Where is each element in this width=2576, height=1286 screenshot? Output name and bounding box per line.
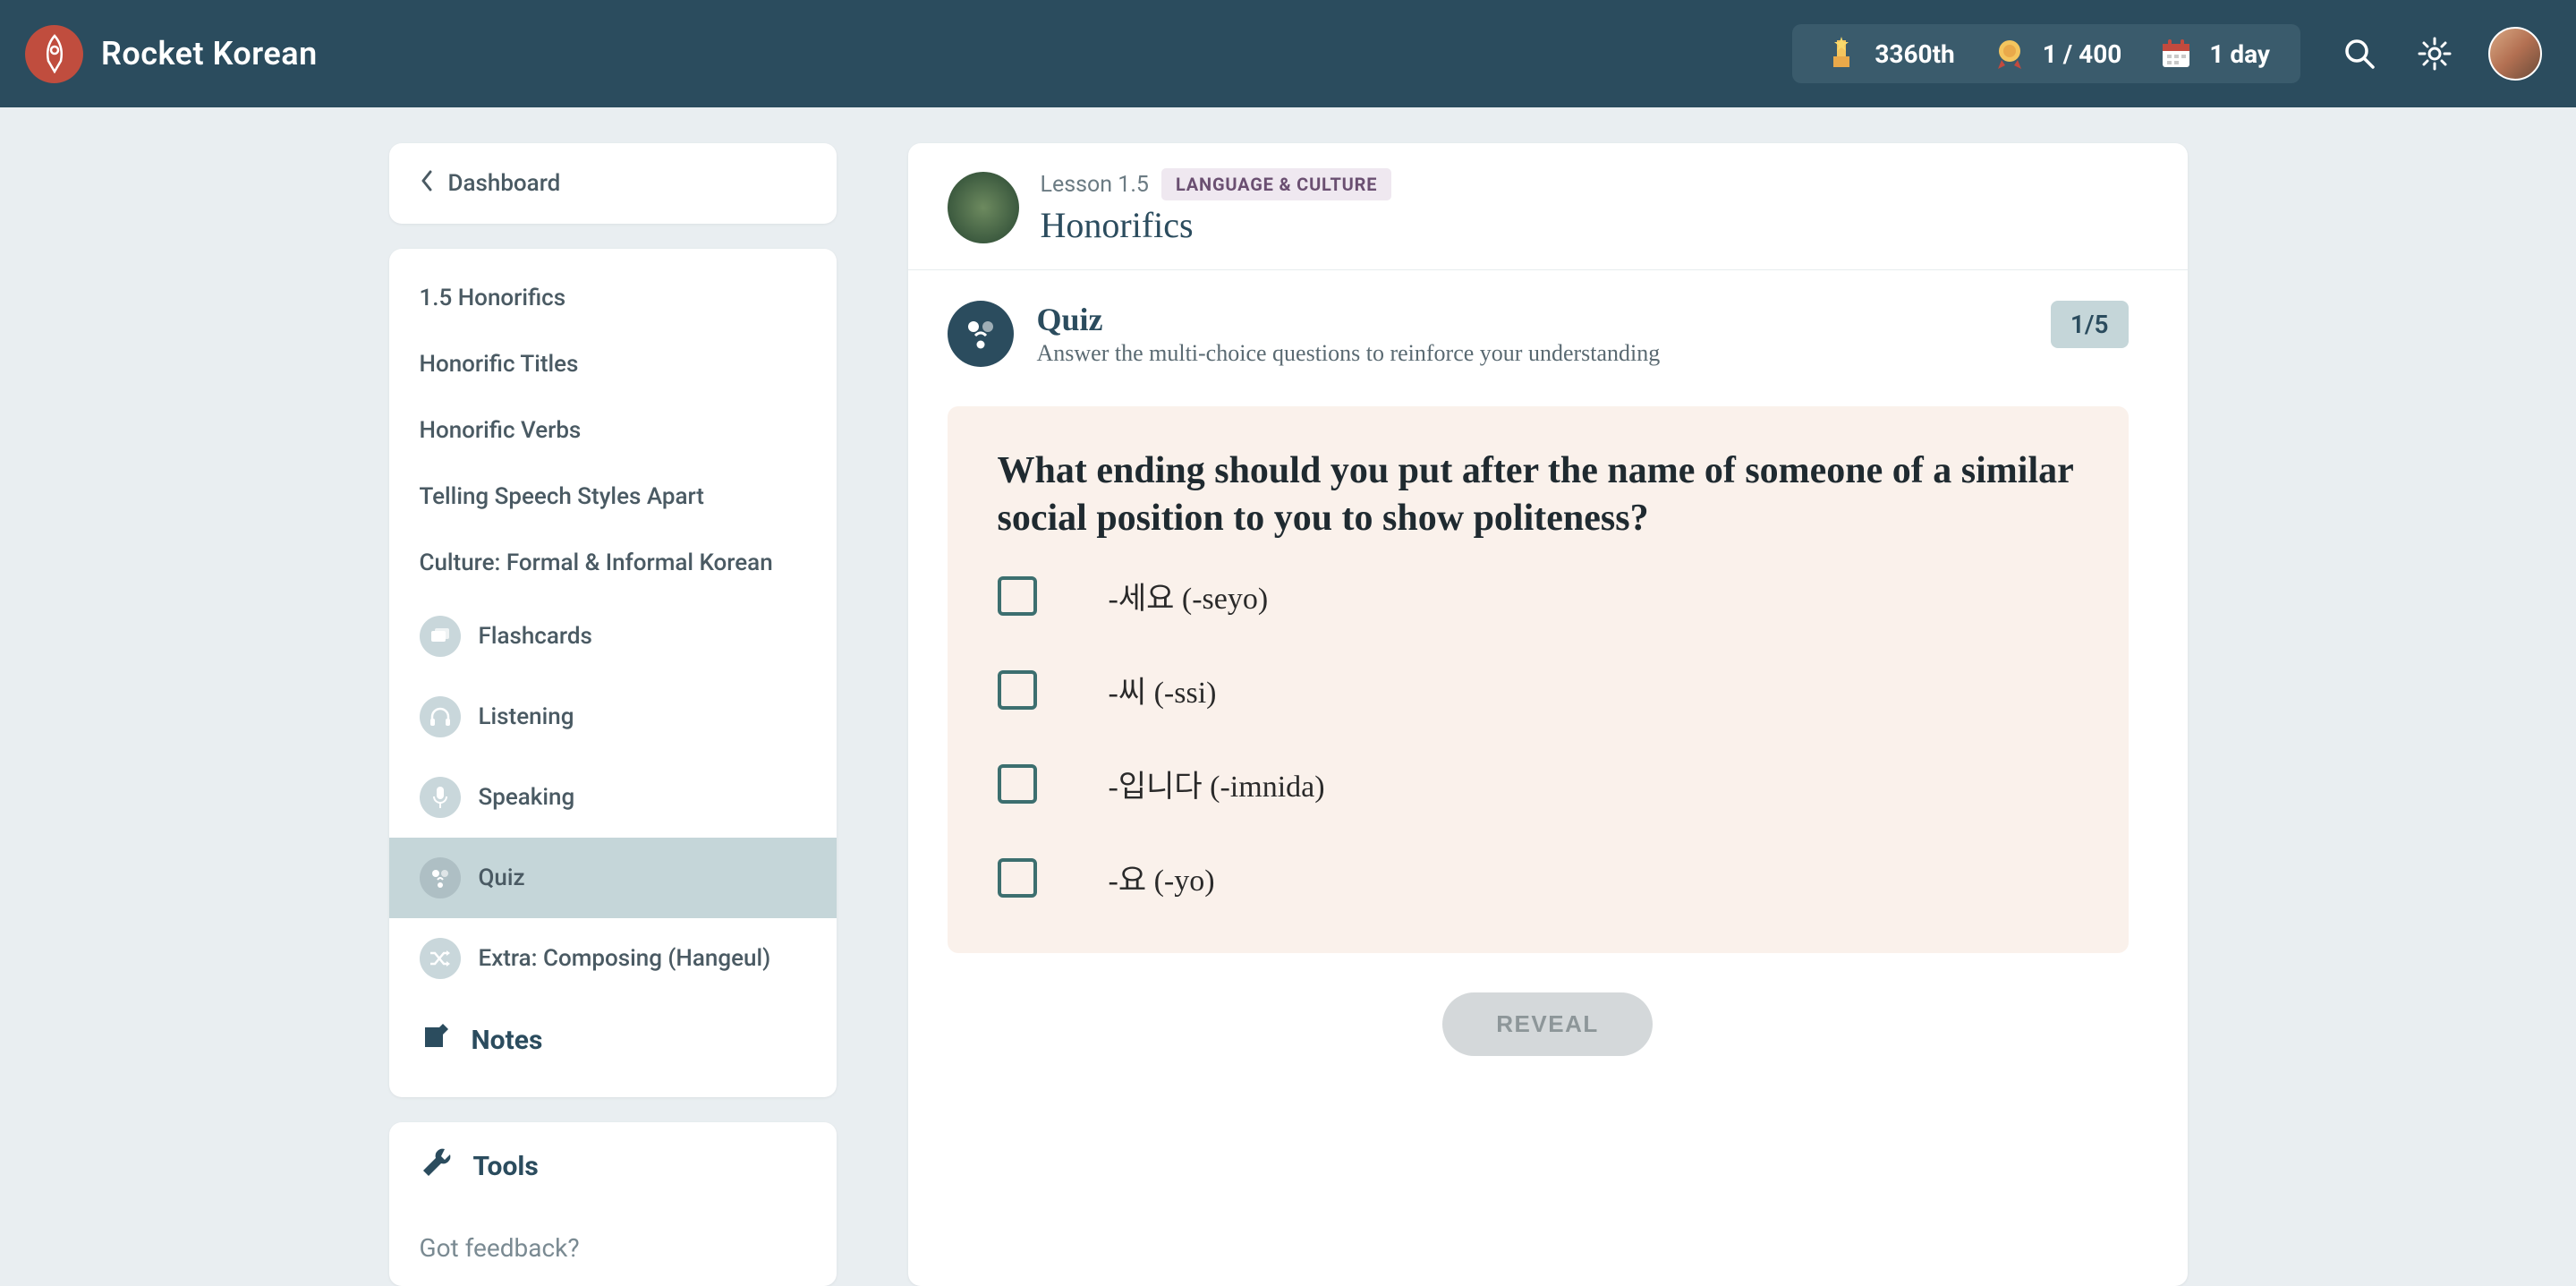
left-column: Dashboard 1.5 Honorifics Honorific Title… — [389, 143, 837, 1286]
lesson-header: Lesson 1.5 LANGUAGE & CULTURE Honorifics — [908, 143, 2188, 270]
checkbox-icon — [998, 764, 1037, 804]
reveal-button[interactable]: REVEAL — [1442, 992, 1652, 1056]
back-label: Dashboard — [448, 170, 561, 197]
checkbox-icon — [998, 858, 1037, 898]
quiz-options: -세요 (-seyo) -씨 (-ssi) -입니다 (-imnida) -요 … — [998, 574, 2079, 899]
lesson-tag: LANGUAGE & CULTURE — [1161, 168, 1391, 200]
reveal-wrap: REVEAL — [908, 953, 2188, 1072]
checkbox-icon — [998, 670, 1037, 710]
quiz-option-2[interactable]: -입니다 (-imnida) — [998, 762, 2079, 805]
settings-button[interactable] — [2413, 32, 2456, 75]
search-icon — [2342, 37, 2376, 71]
quiz-body: What ending should you put after the nam… — [948, 406, 2129, 953]
quiz-option-3[interactable]: -요 (-yo) — [998, 856, 2079, 899]
lesson-nav: 1.5 Honorifics Honorific Titles Honorifi… — [389, 249, 837, 1097]
quiz-subtitle: Answer the multi-choice questions to rei… — [1037, 340, 1661, 367]
brand-title: Rocket Korean — [101, 35, 318, 72]
quiz-header: Quiz Answer the multi-choice questions t… — [908, 270, 2188, 379]
avatar[interactable] — [2488, 27, 2542, 81]
back-to-dashboard[interactable]: Dashboard — [389, 143, 837, 224]
lesson-number: Lesson 1.5 — [1041, 172, 1149, 198]
main-panel: Lesson 1.5 LANGUAGE & CULTURE Honorifics… — [908, 143, 2188, 1286]
quiz-header-icon — [948, 301, 1014, 367]
stat-rank-value: 3360th — [1875, 39, 1954, 69]
logo-icon[interactable] — [25, 25, 83, 83]
nav-activity-speaking[interactable]: Speaking — [389, 757, 837, 838]
chevron-left-icon — [420, 170, 434, 197]
stat-points[interactable]: 1 / 400 — [1991, 35, 2122, 72]
stat-streak[interactable]: 1 day — [2157, 35, 2270, 72]
nav-section-2[interactable]: Honorific Verbs — [389, 397, 837, 464]
headphones-icon — [420, 696, 461, 737]
nav-section-1[interactable]: Honorific Titles — [389, 331, 837, 397]
checkbox-icon — [998, 576, 1037, 616]
lesson-title: Honorifics — [1041, 204, 1392, 246]
medal-icon — [1991, 35, 2028, 72]
search-button[interactable] — [2338, 32, 2381, 75]
nav-section-4[interactable]: Culture: Formal & Informal Korean — [389, 530, 837, 596]
stat-rank[interactable]: 3360th — [1823, 35, 1954, 72]
quiz-option-0[interactable]: -세요 (-seyo) — [998, 574, 2079, 617]
app-header: Rocket Korean 3360th 1 / 400 1 day — [0, 0, 2576, 107]
quiz-option-1[interactable]: -씨 (-ssi) — [998, 668, 2079, 711]
nav-activity-flashcards[interactable]: Flashcards — [389, 596, 837, 677]
wrench-icon — [420, 1145, 454, 1187]
nav-section-0[interactable]: 1.5 Honorifics — [389, 265, 837, 331]
microphone-icon — [420, 777, 461, 818]
quiz-icon — [420, 857, 461, 898]
calendar-icon — [2157, 35, 2195, 72]
flashcards-icon — [420, 616, 461, 657]
stat-points-value: 1 / 400 — [2043, 39, 2122, 69]
trophy-icon — [1823, 35, 1860, 72]
lesson-avatar — [948, 172, 1019, 243]
stats-box: 3360th 1 / 400 1 day — [1792, 24, 2300, 83]
page-body: Dashboard 1.5 Honorifics Honorific Title… — [0, 107, 2576, 1286]
nav-section-3[interactable]: Telling Speech Styles Apart — [389, 464, 837, 530]
nav-tools[interactable]: Tools — [389, 1122, 837, 1210]
stat-streak-value: 1 day — [2209, 39, 2270, 69]
shuffle-icon — [420, 938, 461, 979]
nav-feedback[interactable]: Got feedback? — [389, 1210, 837, 1286]
nav-notes[interactable]: Notes — [389, 999, 837, 1081]
tools-card: Tools Got feedback? — [389, 1122, 837, 1286]
nav-activity-extra[interactable]: Extra: Composing (Hangeul) — [389, 918, 837, 999]
quiz-question: What ending should you put after the nam… — [998, 447, 2079, 541]
quiz-title: Quiz — [1037, 301, 1661, 338]
gear-icon — [2417, 36, 2453, 72]
nav-activity-quiz[interactable]: Quiz — [389, 838, 837, 918]
nav-activity-listening[interactable]: Listening — [389, 677, 837, 757]
quiz-counter: 1/5 — [2051, 301, 2129, 348]
notes-icon — [420, 1022, 452, 1058]
